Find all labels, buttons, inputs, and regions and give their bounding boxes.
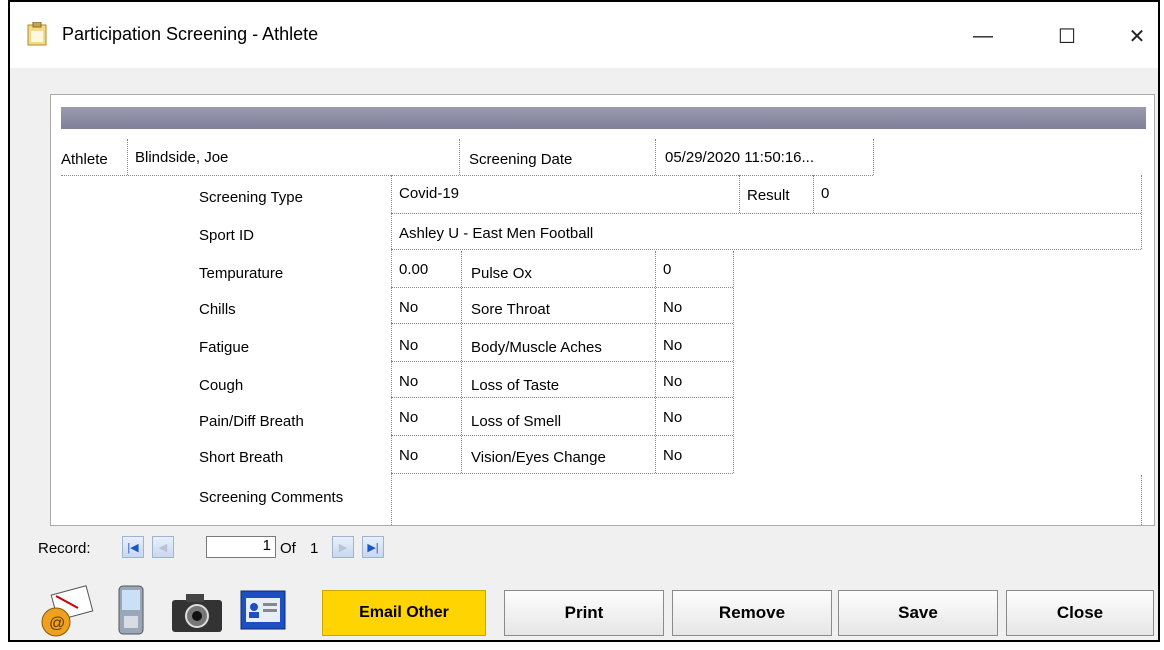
short-breath-value[interactable]: No [399,447,418,464]
cough-label: Cough [199,377,244,394]
vision-change-value[interactable]: No [663,447,682,464]
screening-date-value[interactable]: 05/29/2020 11:50:16... [665,149,814,166]
pulse-ox-label: Pulse Ox [471,265,532,282]
chills-label: Chills [199,301,236,318]
print-button[interactable]: Print [504,590,664,636]
close-window-button[interactable]: ✕ [1114,16,1160,56]
record-label: Record: [38,540,91,557]
screening-date-label: Screening Date [469,151,573,168]
body-aches-label: Body/Muscle Aches [471,339,602,356]
email-other-button[interactable]: Email Other [322,590,486,636]
close-button[interactable]: Close [1006,590,1154,636]
temperature-label: Tempurature [199,265,284,282]
short-breath-label: Short Breath [199,449,284,466]
record-number-input[interactable]: 1 [206,536,276,558]
email-icon[interactable]: @ [38,582,98,638]
save-button[interactable]: Save [838,590,998,636]
next-icon: ▶ [338,541,348,554]
remove-button[interactable]: Remove [672,590,832,636]
mobile-device-icon[interactable] [116,582,146,638]
close-icon: ✕ [1128,25,1146,48]
first-icon: |◀ [127,541,139,554]
last-icon: ▶| [367,541,379,554]
clipboard-icon [27,22,47,46]
pain-breath-label: Pain/Diff Breath [199,413,304,430]
body-aches-value[interactable]: No [663,337,682,354]
screening-window: Participation Screening - Athlete — ☐ ✕ … [8,0,1160,642]
action-bar: @ Email Other Print Remove Save Close [10,568,1158,640]
sport-id-value[interactable]: Ashley U - East Men Football [399,225,593,242]
maximize-icon: ☐ [1058,25,1076,48]
record-total: 1 [310,540,319,557]
maximize-button[interactable]: ☐ [1044,16,1090,56]
result-value[interactable]: 0 [821,185,829,202]
id-card-icon[interactable] [240,590,286,630]
minimize-button[interactable]: — [960,16,1006,56]
fatigue-label: Fatigue [199,339,250,356]
pain-breath-value[interactable]: No [399,409,418,426]
prev-icon: ◀ [158,541,168,554]
record-navigator: Record: |◀ ◀ 1 Of 1 ▶ ▶| [10,532,1158,562]
vision-change-label: Vision/Eyes Change [471,449,606,466]
record-of-label: Of [280,540,296,557]
sore-throat-label: Sore Throat [471,301,550,318]
window-title: Participation Screening - Athlete [62,24,319,44]
loss-of-smell-label: Loss of Smell [471,413,562,430]
athlete-value[interactable]: Blindside, Joe [135,149,228,166]
comments-input[interactable] [399,479,1139,521]
screening-type-label: Screening Type [199,189,303,206]
title-bar: Participation Screening - Athlete — ☐ ✕ [10,2,1158,68]
loss-of-taste-label: Loss of Taste [471,377,560,394]
minimize-icon: — [973,24,993,47]
camera-icon[interactable] [170,590,224,634]
last-record-button[interactable]: ▶| [362,536,384,558]
screening-type-value[interactable]: Covid-19 [399,185,459,202]
pulse-ox-value[interactable]: 0 [663,261,671,278]
screening-form: Athlete Blindside, Joe Screening Date 05… [50,94,1155,526]
prev-record-button[interactable]: ◀ [152,536,174,558]
loss-of-smell-value[interactable]: No [663,409,682,426]
sore-throat-value[interactable]: No [663,299,682,316]
header-bar [61,107,1146,129]
fatigue-value[interactable]: No [399,337,418,354]
temperature-value[interactable]: 0.00 [399,261,428,278]
loss-of-taste-value[interactable]: No [663,373,682,390]
comments-label: Screening Comments [199,489,344,506]
first-record-button[interactable]: |◀ [122,536,144,558]
athlete-label: Athlete [61,151,108,168]
cough-value[interactable]: No [399,373,418,390]
chills-value[interactable]: No [399,299,418,316]
next-record-button[interactable]: ▶ [332,536,354,558]
sport-id-label: Sport ID [199,227,255,244]
result-label: Result [747,187,790,204]
svg-text:@: @ [49,615,65,632]
